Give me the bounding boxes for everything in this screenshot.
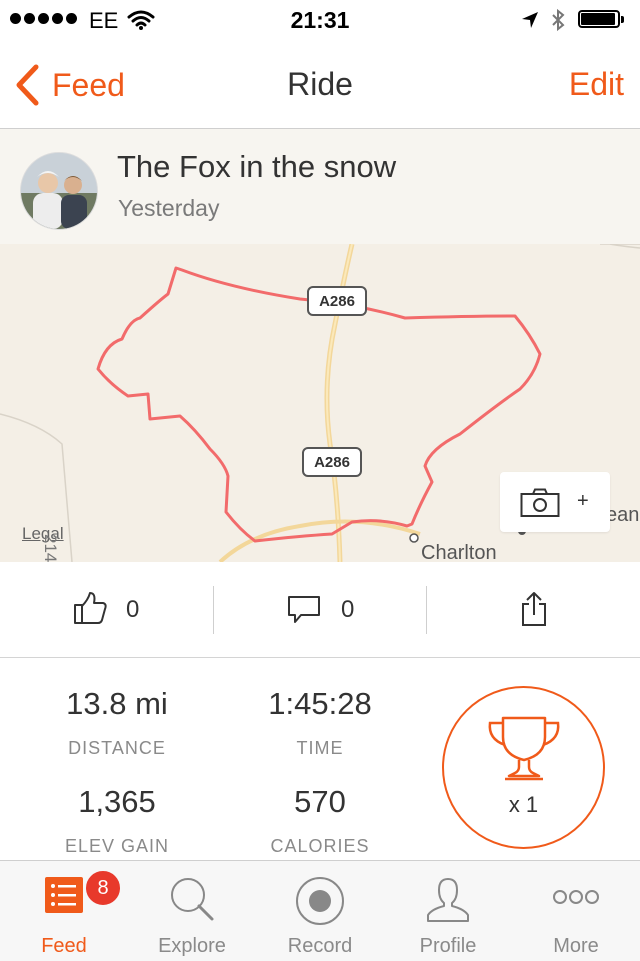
tab-record-label: Record	[287, 935, 353, 957]
elev-gain-value: 1,365	[78, 784, 156, 819]
activity-date: Yesterday	[118, 195, 220, 221]
edit-button[interactable]: Edit	[569, 66, 624, 103]
trophy-count: x 1	[508, 792, 539, 817]
share-icon[interactable]	[521, 591, 547, 627]
road-label-a286-south: A286	[302, 447, 362, 477]
avatar-photo	[21, 153, 97, 229]
tab-record[interactable]: Record	[256, 861, 384, 961]
place-label-charlton: Charlton	[421, 542, 497, 562]
divider	[213, 586, 214, 634]
location-arrow-icon	[522, 12, 538, 28]
tab-more[interactable]: More	[512, 861, 640, 961]
navigation-bar: Feed Ride Edit	[0, 40, 640, 129]
feed-icon	[45, 877, 83, 913]
tab-explore[interactable]: Explore	[128, 861, 256, 961]
record-icon	[296, 877, 344, 925]
tab-feed-label: Feed	[41, 935, 87, 957]
activity-title: The Fox in the snow	[117, 149, 397, 184]
place-label-partial: ean	[606, 504, 640, 526]
calories-value: 570	[294, 784, 346, 819]
side-road-label: 2141	[41, 534, 60, 562]
status-bar: EE 21:31	[0, 0, 640, 40]
search-icon	[171, 878, 214, 921]
tab-feed[interactable]: 8 Feed	[0, 861, 128, 961]
tab-more-label: More	[553, 935, 599, 957]
thumbs-up-icon[interactable]	[72, 590, 108, 626]
battery-icon	[578, 10, 626, 30]
social-actions-bar: 0 0	[0, 562, 640, 658]
feed-notification-badge: 8	[84, 869, 122, 907]
time-value: 1:45:28	[268, 686, 372, 721]
trophy-icon	[488, 716, 560, 781]
distance-label: DISTANCE	[68, 738, 166, 758]
more-dots-icon	[553, 890, 599, 904]
kudos-count[interactable]: 0	[126, 596, 139, 624]
profile-icon	[427, 878, 469, 922]
distance-value: 13.8 mi	[66, 686, 168, 721]
activity-stats: 13.8 mi DISTANCE 1:45:28 TIME 1,365 ELEV…	[0, 658, 640, 860]
activity-header[interactable]: The Fox in the snow Yesterday	[0, 129, 640, 244]
tab-bar: 8 Feed Explore Record Profile More	[0, 860, 640, 961]
achievements-button[interactable]: x 1	[442, 686, 605, 849]
tab-explore-label: Explore	[158, 935, 226, 957]
comment-icon[interactable]	[287, 595, 321, 625]
route-map[interactable]: A286 A286 Legal 2141 Charlton ean +	[0, 244, 640, 562]
bluetooth-icon	[552, 8, 565, 32]
elev-gain-label: ELEV GAIN	[64, 836, 170, 856]
tab-profile[interactable]: Profile	[384, 861, 512, 961]
calories-label: CALORIES	[270, 836, 370, 856]
comment-count[interactable]: 0	[341, 596, 354, 624]
page-title: Ride	[287, 66, 353, 102]
road-label-a286-north: A286	[307, 286, 367, 316]
divider	[426, 586, 427, 634]
time-label: TIME	[296, 738, 344, 758]
avatar[interactable]	[20, 152, 98, 230]
clock: 21:31	[290, 7, 350, 33]
add-photo-plus: +	[577, 490, 589, 512]
camera-icon	[520, 488, 560, 517]
tab-profile-label: Profile	[419, 935, 477, 957]
add-photo-button[interactable]: +	[500, 472, 610, 532]
